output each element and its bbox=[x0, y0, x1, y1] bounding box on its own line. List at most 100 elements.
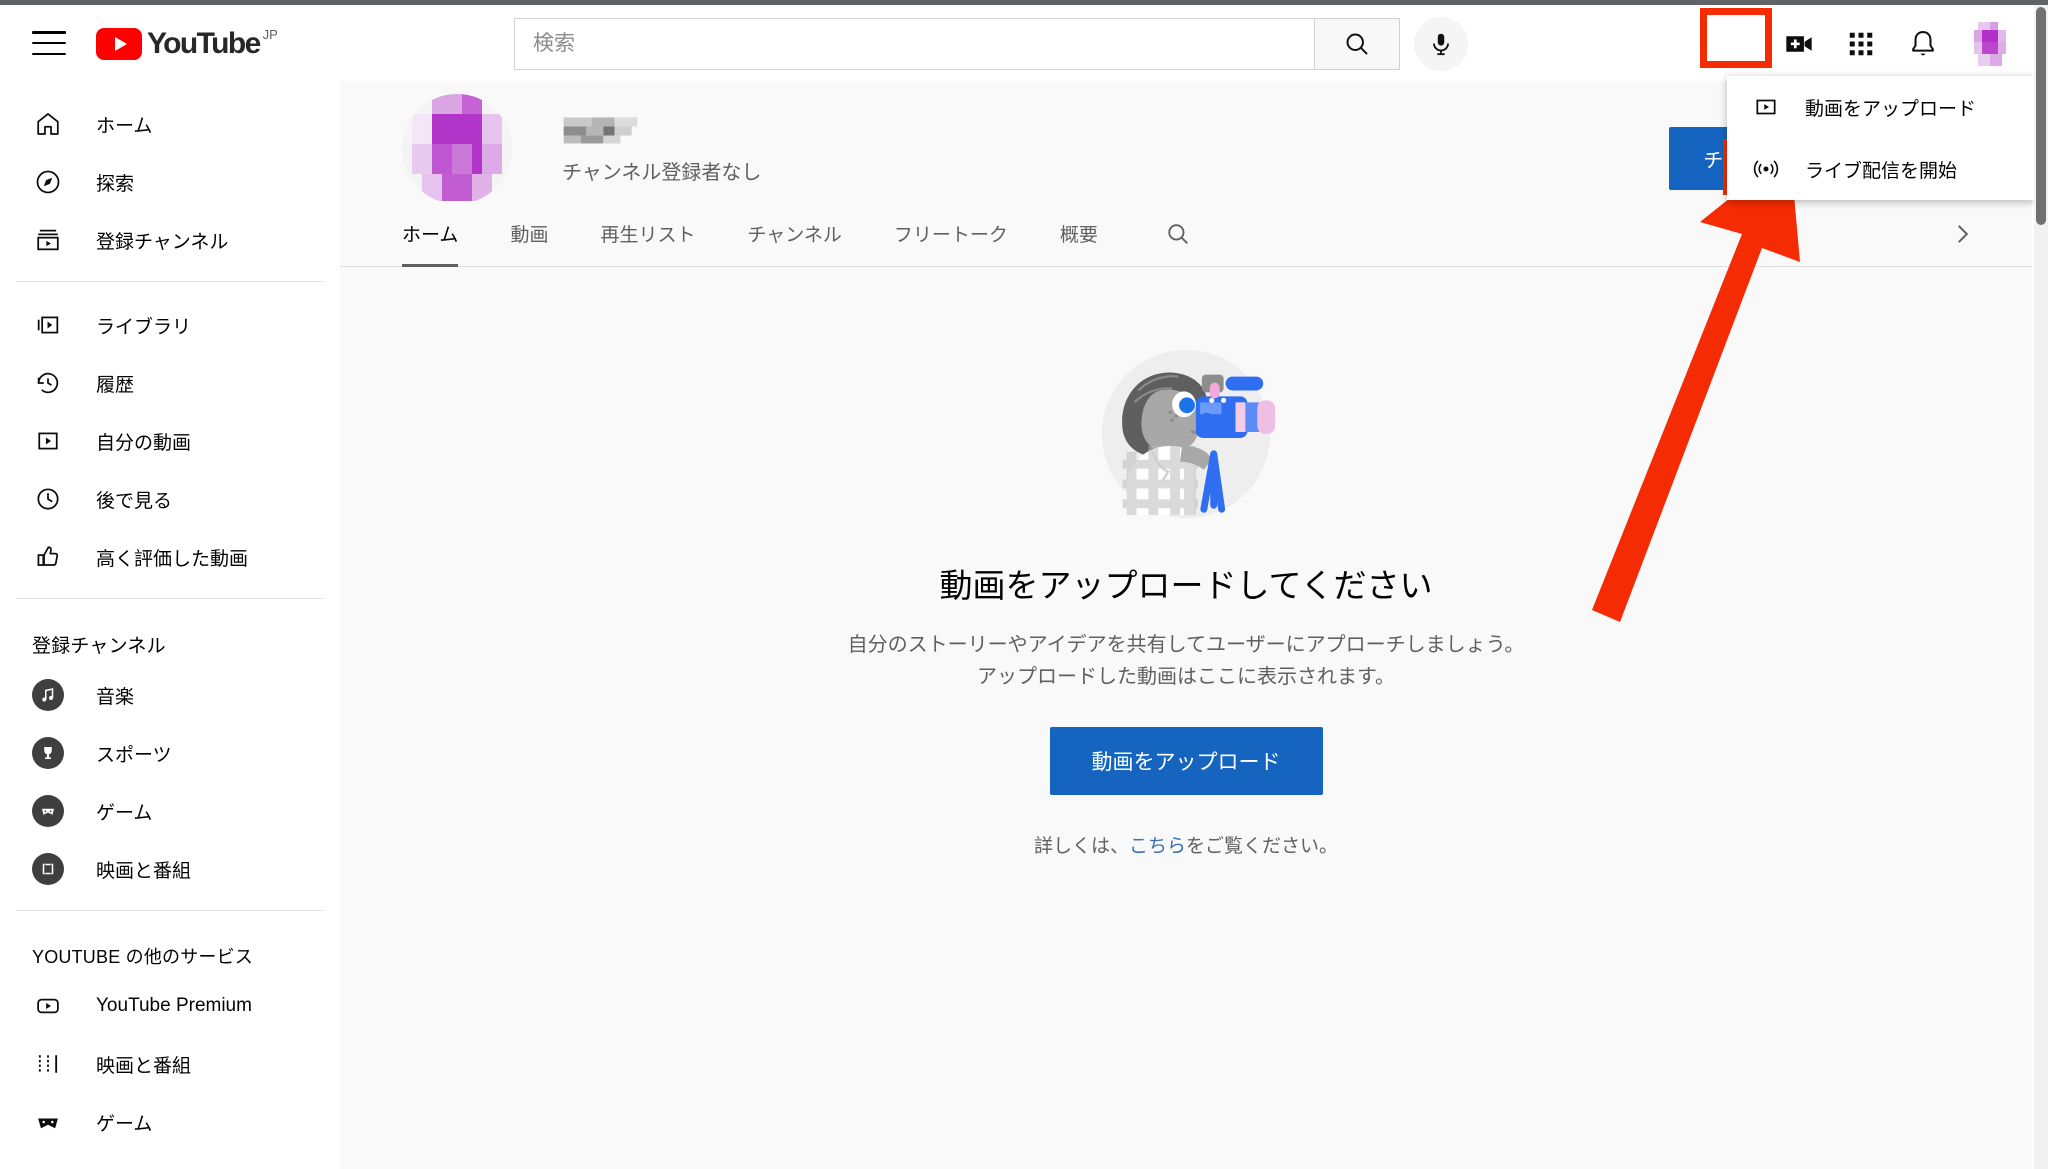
tab-channels[interactable]: チャンネル bbox=[747, 201, 841, 267]
chevron-right-icon bbox=[1958, 224, 1969, 243]
search-input[interactable] bbox=[533, 32, 1296, 56]
watch-later-clock-icon bbox=[32, 483, 64, 515]
sidebar-item-label: スポーツ bbox=[96, 744, 172, 766]
sidebar-item-label: 映画と番組 bbox=[96, 1055, 192, 1077]
create-menu-dropdown: 動画をアップロード ライブ配信を開始 bbox=[1727, 76, 2034, 200]
search-box[interactable] bbox=[514, 18, 1314, 70]
voice-search-button[interactable] bbox=[1414, 17, 1468, 71]
sidebar-item-subscriptions[interactable]: 登録チャンネル bbox=[0, 211, 340, 269]
play-box-icon bbox=[1751, 92, 1781, 122]
menu-item-label: 動画をアップロード bbox=[1805, 98, 1977, 120]
sidebar: ホーム 探索 登録チャンネル ライブラリ 履歴 自分の動画 後で見る 高く評価し… bbox=[0, 81, 340, 1169]
youtube-logo[interactable]: YouTube JP bbox=[96, 25, 278, 61]
your-videos-icon bbox=[32, 425, 64, 457]
sidebar-item-label: 登録チャンネル bbox=[96, 231, 229, 253]
channel-tabbar: ホーム 動画 再生リスト チャンネル フリートーク 概要 bbox=[340, 201, 2032, 267]
live-icon bbox=[32, 1164, 64, 1169]
avatar-pixelated-image bbox=[1970, 22, 2014, 66]
sidebar-sub-sports[interactable]: スポーツ bbox=[0, 724, 340, 782]
sidebar-library-group: ライブラリ 履歴 自分の動画 後で見る 高く評価した動画 bbox=[0, 282, 340, 598]
sidebar-item-label: 履歴 bbox=[96, 374, 135, 396]
scrollbar-thumb[interactable] bbox=[2036, 7, 2046, 225]
person-with-video-camera-illustration bbox=[1101, 349, 1276, 519]
sidebar-more-movies[interactable]: 映画と番組 bbox=[0, 1035, 340, 1093]
sidebar-item-label: ライブラリ bbox=[96, 316, 192, 338]
sidebar-more-live[interactable]: ライブ bbox=[0, 1151, 340, 1169]
film-icon bbox=[32, 853, 64, 885]
masthead: YouTube JP bbox=[0, 5, 2048, 81]
sidebar-item-label: 自分の動画 bbox=[96, 432, 192, 454]
sidebar-item-home[interactable]: ホーム bbox=[0, 95, 340, 153]
help-link[interactable]: こちら bbox=[1129, 836, 1186, 857]
sidebar-item-label: 映画と番組 bbox=[96, 860, 192, 882]
channel-search-button[interactable] bbox=[1150, 201, 1206, 267]
microphone-icon bbox=[1433, 33, 1449, 56]
tab-community[interactable]: フリートーク bbox=[894, 201, 1008, 267]
sidebar-item-label: 後で見る bbox=[96, 490, 173, 512]
empty-state-subtitle-line1: 自分のストーリーやアイデアを共有してユーザーにアプローチしましょう。 bbox=[847, 634, 1525, 656]
tabbar-next-button[interactable] bbox=[1942, 214, 1982, 254]
apps-button[interactable] bbox=[1830, 13, 1892, 75]
channel-avatar-pixelated-image bbox=[402, 94, 512, 204]
sidebar-subscriptions-heading: 登録チャンネル bbox=[32, 636, 166, 657]
live-broadcast-icon bbox=[1751, 154, 1781, 184]
sidebar-sub-movies[interactable]: 映画と番組 bbox=[0, 840, 340, 898]
menu-item-upload-video[interactable]: 動画をアップロード bbox=[1727, 76, 2034, 138]
sidebar-more-group: YOUTUBE の他のサービス YouTube Premium 映画と番組 ゲー… bbox=[0, 911, 340, 1169]
thumbs-up-icon bbox=[32, 541, 64, 573]
help-suffix: をご覧ください。 bbox=[1186, 836, 1339, 857]
sidebar-sub-music[interactable]: 音楽 bbox=[0, 666, 340, 724]
search-icon bbox=[1346, 33, 1368, 55]
home-icon bbox=[32, 108, 64, 140]
apps-grid-icon bbox=[1849, 32, 1873, 56]
sidebar-item-liked-videos[interactable]: 高く評価した動画 bbox=[0, 528, 340, 586]
help-prefix: 詳しくは、 bbox=[1033, 836, 1129, 857]
menu-item-label: ライブ配信を開始 bbox=[1805, 160, 1958, 182]
sidebar-item-explore[interactable]: 探索 bbox=[0, 153, 340, 211]
sidebar-primary-group: ホーム 探索 登録チャンネル bbox=[0, 81, 340, 281]
youtube-play-icon bbox=[96, 28, 142, 60]
sidebar-more-gaming[interactable]: ゲーム bbox=[0, 1093, 340, 1151]
gamepad-outline-icon bbox=[32, 1106, 64, 1138]
video-camera-plus-icon bbox=[1786, 36, 1812, 52]
hamburger-menu-icon[interactable] bbox=[32, 31, 66, 55]
history-clock-icon bbox=[32, 367, 64, 399]
film-strip-icon bbox=[32, 1048, 64, 1080]
notifications-button[interactable] bbox=[1892, 13, 1954, 75]
logo-wordmark: YouTube bbox=[147, 27, 261, 60]
create-video-button[interactable] bbox=[1768, 13, 1830, 75]
sidebar-sub-gaming[interactable]: ゲーム bbox=[0, 782, 340, 840]
channel-name-pixelated-image bbox=[563, 113, 655, 148]
masthead-actions bbox=[1768, 13, 2022, 75]
search-button[interactable] bbox=[1314, 18, 1400, 70]
youtube-play-icon bbox=[32, 990, 64, 1022]
channel-avatar[interactable] bbox=[402, 94, 512, 204]
sidebar-item-library[interactable]: ライブラリ bbox=[0, 296, 340, 354]
tab-home[interactable]: ホーム bbox=[402, 201, 459, 267]
sidebar-item-label: 音楽 bbox=[96, 686, 135, 708]
sidebar-item-history[interactable]: 履歴 bbox=[0, 354, 340, 412]
music-note-icon bbox=[32, 679, 64, 711]
search-icon bbox=[1168, 223, 1188, 244]
sidebar-more-heading: YOUTUBE の他のサービス bbox=[32, 947, 254, 967]
channel-meta: チャンネル登録者なし bbox=[562, 113, 761, 185]
sidebar-item-label: YouTube Premium bbox=[96, 995, 252, 1016]
gamepad-icon bbox=[32, 795, 64, 827]
channel-name-redacted bbox=[562, 113, 656, 148]
sidebar-item-watch-later[interactable]: 後で見る bbox=[0, 470, 340, 528]
sidebar-item-your-videos[interactable]: 自分の動画 bbox=[0, 412, 340, 470]
account-avatar[interactable] bbox=[1970, 22, 2014, 66]
upload-video-button[interactable]: 動画をアップロード bbox=[1049, 727, 1323, 795]
empty-state-help-text: 詳しくは、こちらをご覧ください。 bbox=[1034, 831, 1338, 858]
empty-state-subtitle-line2: アップロードした動画はここに表示されます。 bbox=[977, 666, 1395, 688]
tab-videos[interactable]: 動画 bbox=[510, 201, 548, 267]
tab-about[interactable]: 概要 bbox=[1060, 201, 1098, 267]
sidebar-more-premium[interactable]: YouTube Premium bbox=[0, 977, 340, 1035]
menu-item-start-live-stream[interactable]: ライブ配信を開始 bbox=[1727, 138, 2034, 200]
tab-playlists[interactable]: 再生リスト bbox=[600, 201, 695, 267]
search-zone bbox=[514, 17, 1468, 71]
page-scrollbar[interactable] bbox=[2034, 5, 2048, 1169]
compass-explore-icon bbox=[32, 166, 64, 198]
bell-icon bbox=[1912, 31, 1934, 56]
logo-country-code: JP bbox=[262, 27, 278, 42]
